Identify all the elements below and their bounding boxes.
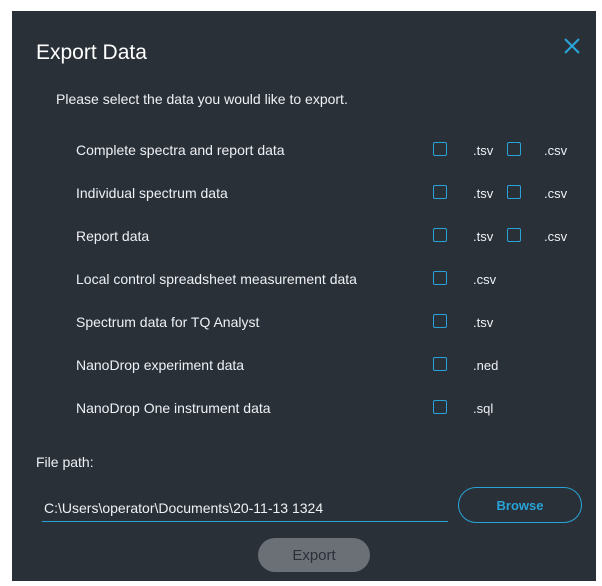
tsv-checkbox[interactable] — [433, 314, 447, 328]
format-label: .csv — [473, 272, 497, 287]
csv-checkbox[interactable] — [507, 142, 521, 156]
export-option-individual-spectrum: Individual spectrum data .tsv .csv — [12, 182, 596, 206]
csv-checkbox[interactable] — [507, 185, 521, 199]
file-path-label: File path: — [36, 454, 94, 470]
format-label: .tsv — [473, 229, 494, 244]
format-label: .csv — [544, 229, 568, 244]
option-label: Complete spectra and report data — [76, 142, 285, 158]
browse-button[interactable]: Browse — [458, 487, 582, 523]
format-label: .csv — [544, 143, 568, 158]
tsv-checkbox[interactable] — [433, 228, 447, 242]
export-option-nanodrop-instrument: NanoDrop One instrument data .sql — [12, 397, 596, 421]
format-label: .tsv — [473, 143, 494, 158]
dialog-title: Export Data — [36, 41, 147, 64]
export-option-nanodrop-experiment: NanoDrop experiment data .ned — [12, 354, 596, 378]
csv-checkbox[interactable] — [433, 271, 447, 285]
dialog-subtitle: Please select the data you would like to… — [56, 91, 348, 107]
format-label: .tsv — [473, 315, 494, 330]
tsv-checkbox[interactable] — [433, 185, 447, 199]
option-label: Spectrum data for TQ Analyst — [76, 314, 260, 330]
format-label: .csv — [544, 186, 568, 201]
sql-checkbox[interactable] — [433, 400, 447, 414]
option-label: Report data — [76, 228, 150, 244]
format-label: .ned — [473, 358, 499, 373]
option-label: NanoDrop experiment data — [76, 357, 245, 373]
file-path-input[interactable] — [42, 494, 448, 522]
export-option-tq-analyst: Spectrum data for TQ Analyst .tsv — [12, 311, 596, 335]
export-option-local-control: Local control spreadsheet measurement da… — [12, 268, 596, 292]
ned-checkbox[interactable] — [433, 357, 447, 371]
option-label: Local control spreadsheet measurement da… — [76, 271, 357, 287]
export-option-report-data: Report data .tsv .csv — [12, 225, 596, 249]
tsv-checkbox[interactable] — [433, 142, 447, 156]
option-label: Individual spectrum data — [76, 185, 228, 201]
option-label: NanoDrop One instrument data — [76, 400, 271, 416]
format-label: .tsv — [473, 186, 494, 201]
csv-checkbox[interactable] — [507, 228, 521, 242]
export-button[interactable]: Export — [258, 538, 370, 572]
export-option-complete-spectra: Complete spectra and report data .tsv .c… — [12, 139, 596, 163]
export-data-dialog: Export Data Please select the data you w… — [12, 11, 596, 581]
format-label: .sql — [473, 401, 494, 416]
close-icon[interactable] — [562, 36, 582, 56]
